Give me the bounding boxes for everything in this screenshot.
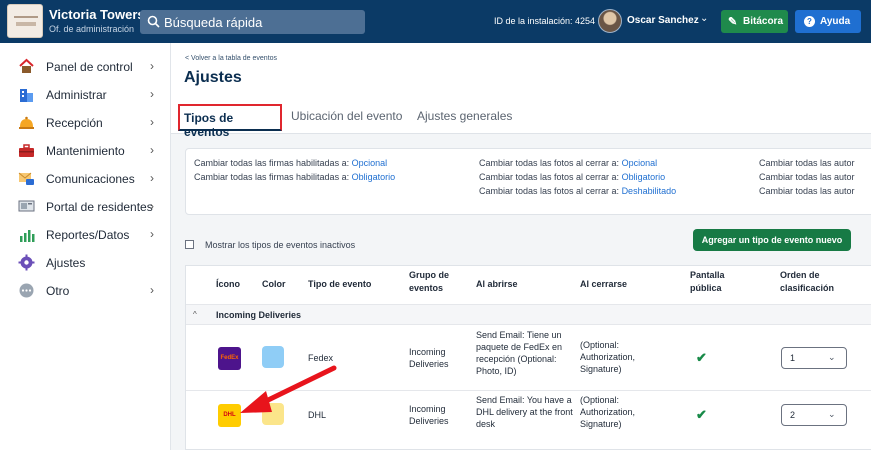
annotation-arrow-icon — [240, 365, 337, 413]
